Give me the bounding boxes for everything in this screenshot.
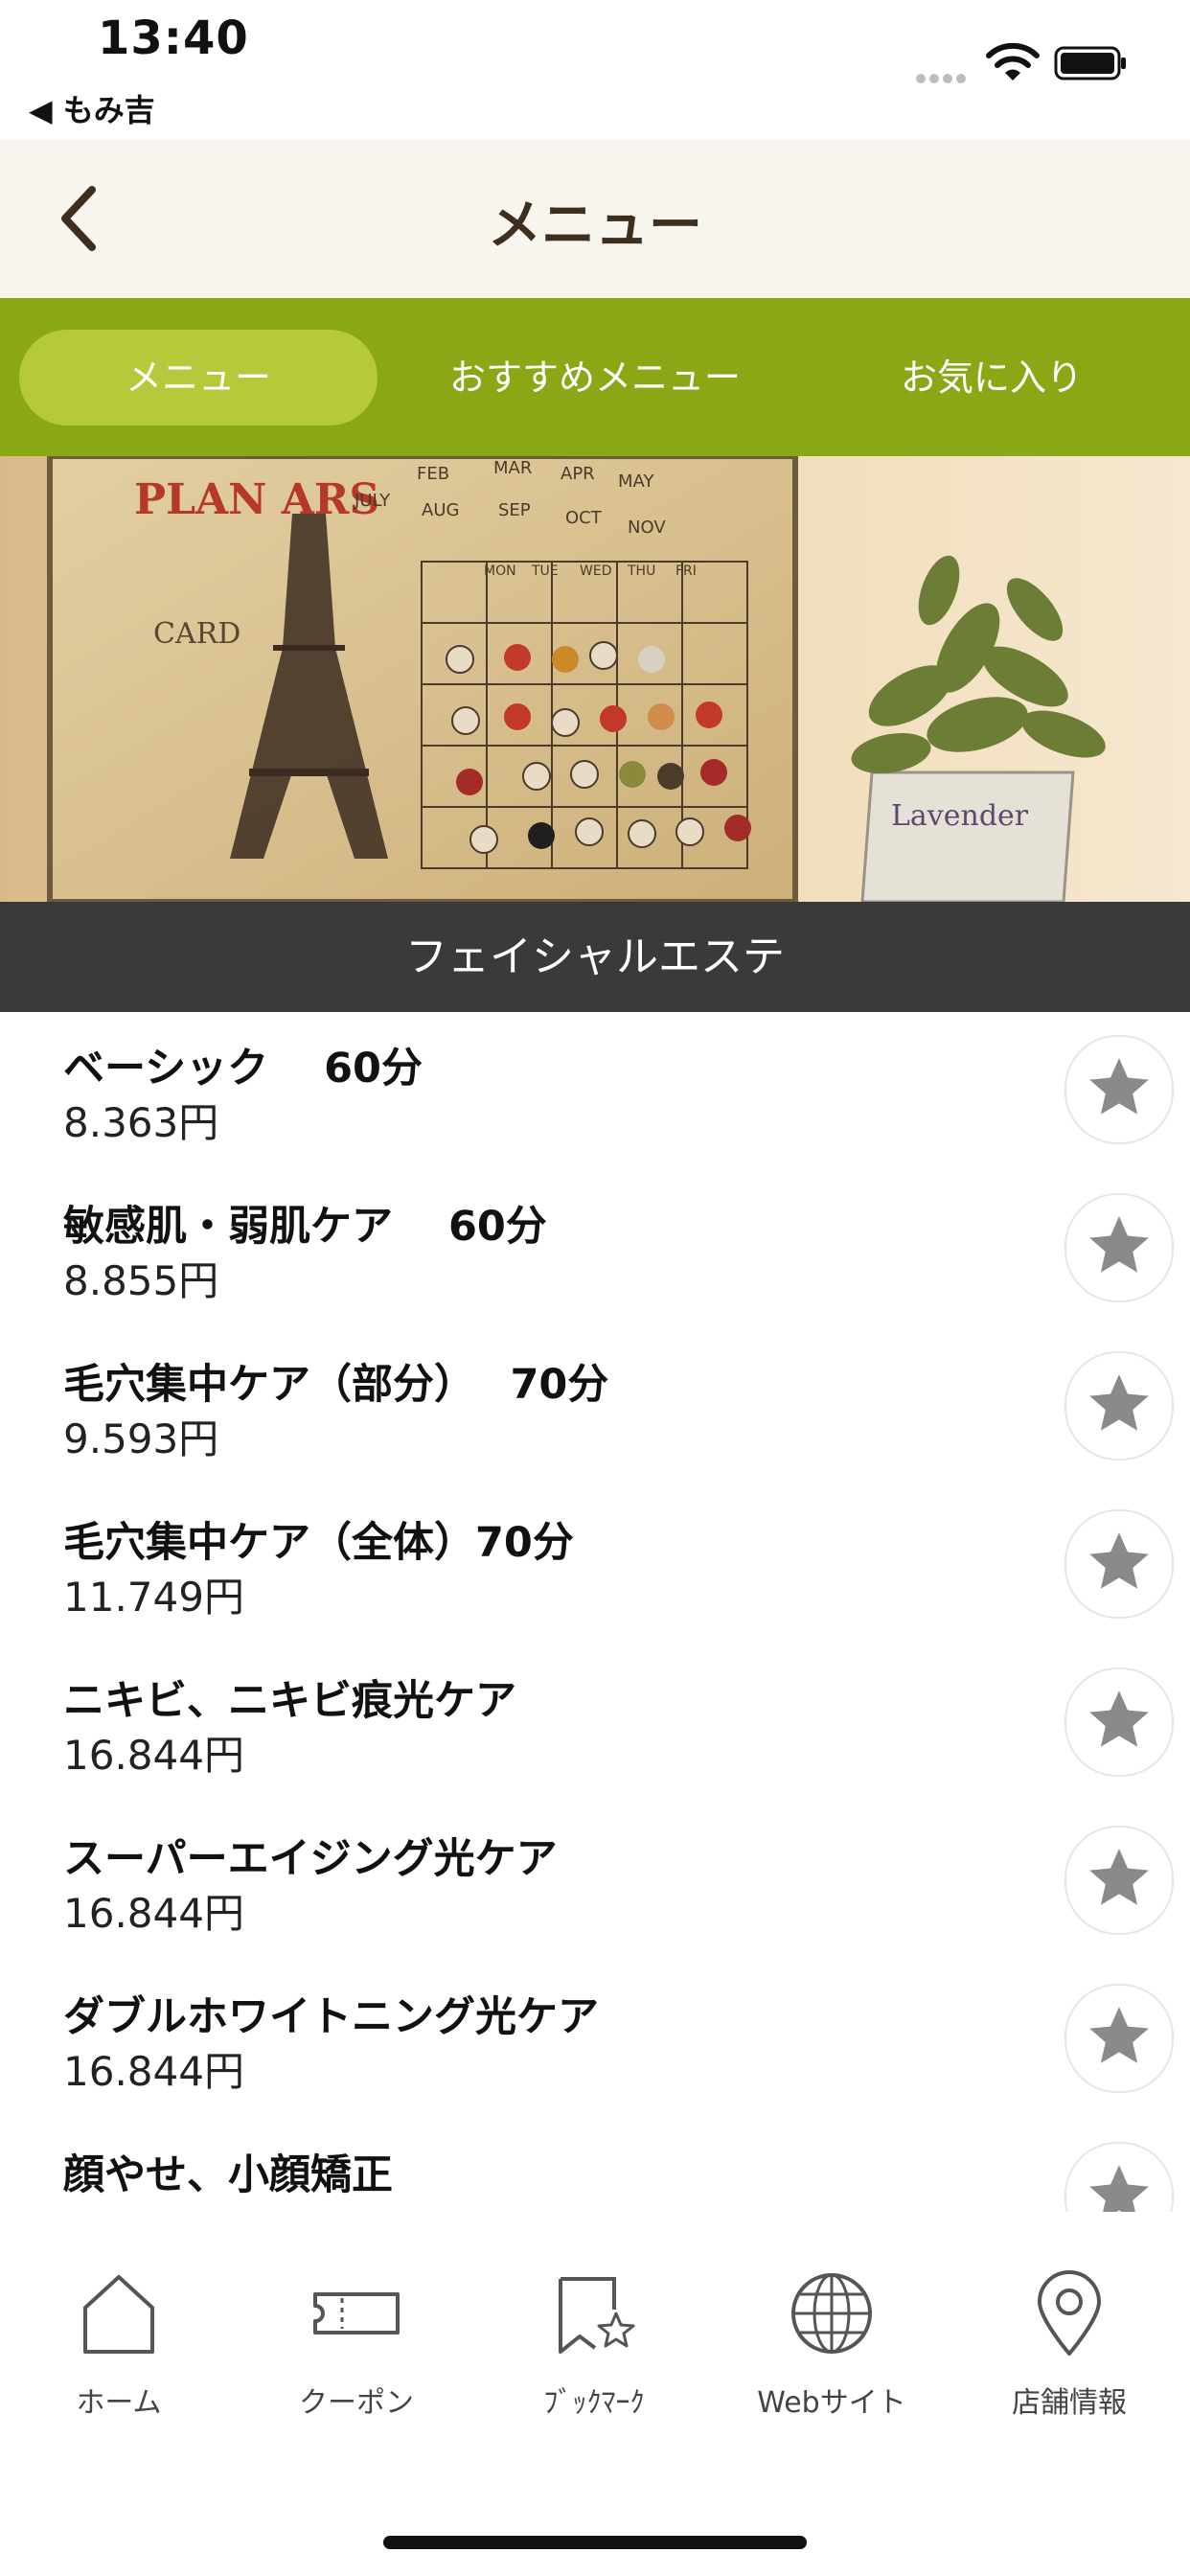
bookmark-icon: [559, 2277, 635, 2354]
calendar-month-label: FEB: [417, 464, 449, 484]
tab-menu[interactable]: メニュー: [19, 330, 378, 426]
star-icon: [1089, 1690, 1149, 1747]
star-icon: [1089, 1374, 1149, 1431]
menu-item-price: 8.855円: [63, 1257, 219, 1304]
menu-item-name: スーパーエイジング光ケア: [63, 1835, 558, 1883]
status-time: 13:40: [98, 12, 249, 65]
bottom-tab-label: ホーム: [76, 2386, 162, 2420]
menu-item-name: ニキビ、ニキビ痕光ケア: [63, 1677, 516, 1725]
menu-item-name: 毛穴集中ケア（部分） 70分: [63, 1361, 609, 1409]
favorite-star-button[interactable]: [1064, 2142, 1174, 2212]
tab-favorites[interactable]: お気に入り: [812, 330, 1171, 426]
section-header: フェイシャルエステ: [0, 902, 1190, 1012]
menu-item[interactable]: 顔やせ、小顔矯正: [0, 2119, 1190, 2212]
home-icon: [83, 2275, 154, 2354]
star-icon: [1089, 1849, 1149, 1905]
menu-item-price: 8.363円: [63, 1099, 219, 1146]
favorite-star-button[interactable]: [1064, 1668, 1174, 1777]
cellular-signal-icon: [916, 69, 970, 87]
globe-icon: [791, 2273, 872, 2354]
star-icon: [1089, 1216, 1149, 1273]
page-title: メニュー: [488, 195, 702, 257]
star-icon: [1089, 1532, 1149, 1589]
poster-text: PLAN ARS: [134, 475, 379, 524]
calendar-month-label: MAY: [618, 472, 654, 492]
bottom-tab-label: クーポン: [299, 2386, 414, 2420]
tab-recommended-menu[interactable]: おすすめメニュー: [416, 330, 774, 426]
pot-label: Lavender: [891, 799, 1029, 833]
calendar-day-label: WED: [580, 564, 611, 579]
calendar-month-label: SEP: [498, 500, 531, 520]
favorite-star-button[interactable]: [1064, 1826, 1174, 1935]
menu-item[interactable]: 毛穴集中ケア（全体）70分 11.749円: [0, 1486, 1190, 1644]
banner-illustration: PLAN ARS CARD FEB MAR APR MAY JULY AUG S…: [0, 456, 1190, 902]
menu-item[interactable]: 毛穴集中ケア（部分） 70分 9.593円: [0, 1328, 1190, 1486]
poster-card-text: CARD: [153, 617, 240, 651]
menu-item[interactable]: 敏感肌・弱肌ケア 60分 8.855円: [0, 1170, 1190, 1328]
bottom-tab-bookmark[interactable]: ﾌﾞｯｸﾏｰｸ: [475, 2266, 713, 2421]
favorite-star-button[interactable]: [1064, 1351, 1174, 1460]
bottom-tab-label: Webサイト: [757, 2386, 906, 2420]
bottom-tab-home[interactable]: ホーム: [0, 2266, 238, 2421]
menu-item[interactable]: ベーシック 60分 8.363円: [0, 1012, 1190, 1170]
bottom-tab-label: 店舗情報: [1012, 2386, 1127, 2420]
menu-item-price: 16.844円: [63, 2048, 244, 2095]
coupon-icon: [313, 2292, 400, 2334]
menu-item-name: 敏感肌・弱肌ケア 60分: [63, 1203, 547, 1251]
star-icon: [1089, 2165, 1149, 2212]
favorite-star-button[interactable]: [1064, 1984, 1174, 2093]
menu-item[interactable]: ダブルホワイトニング光ケア 16.844円: [0, 1961, 1190, 2119]
battery-icon: [1054, 46, 1126, 80]
bottom-tab-store-info[interactable]: 店舗情報: [950, 2266, 1188, 2421]
calendar-month-label: OCT: [565, 508, 603, 528]
menu-item-name: 顔やせ、小顔矯正: [63, 2151, 393, 2199]
menu-item-price: 11.749円: [63, 1574, 244, 1621]
home-indicator: [383, 2536, 807, 2549]
menu-item-name: ダブルホワイトニング光ケア: [63, 1993, 599, 2041]
calendar-month-label: MAR: [493, 458, 532, 478]
map-pin-icon: [1038, 2270, 1101, 2356]
menu-item-name: ベーシック 60分: [63, 1045, 423, 1092]
calendar-month-label: AUG: [422, 500, 459, 520]
nav-header: メニュー: [0, 140, 1190, 298]
star-icon: [1089, 2007, 1149, 2063]
bottom-tab-coupon[interactable]: クーポン: [238, 2266, 475, 2421]
calendar-day-label: THU: [627, 564, 655, 579]
calendar-month-label: JULY: [354, 491, 391, 511]
favorite-star-button[interactable]: [1064, 1509, 1174, 1619]
bottom-tab-website[interactable]: Webサイト: [713, 2266, 950, 2421]
menu-item-price: 16.844円: [63, 1732, 244, 1779]
calendar-day-label: TUE: [531, 564, 559, 579]
status-bar: 13:40 ◀ もみ吉: [0, 0, 1190, 140]
calendar-month-label: APR: [561, 464, 595, 484]
back-to-app-link[interactable]: ◀ もみ吉: [29, 86, 155, 130]
banner-image: PLAN ARS CARD FEB MAR APR MAY JULY AUG S…: [0, 456, 1190, 902]
menu-list[interactable]: ベーシック 60分 8.363円 敏感肌・弱肌ケア 60分 8.855円 毛穴集…: [0, 1012, 1190, 2212]
calendar-day-label: FRI: [675, 564, 697, 579]
bottom-tab-label: ﾌﾞｯｸﾏｰｸ: [543, 2386, 645, 2420]
menu-item[interactable]: スーパーエイジング光ケア 16.844円: [0, 1803, 1190, 1961]
menu-item[interactable]: ニキビ、ニキビ痕光ケア 16.844円: [0, 1644, 1190, 1803]
calendar-month-label: NOV: [628, 518, 666, 538]
bottom-tab-bar: ホーム クーポン ﾌﾞｯｸﾏｰｸ Webサイト 店舗情報: [0, 2212, 1190, 2576]
favorite-star-button[interactable]: [1064, 1193, 1174, 1302]
star-icon: [1089, 1058, 1149, 1115]
favorite-star-button[interactable]: [1064, 1035, 1174, 1144]
calendar-day-label: MON: [484, 564, 516, 579]
menu-item-name: 毛穴集中ケア（全体）70分: [63, 1519, 574, 1567]
wifi-icon: [986, 42, 1040, 80]
menu-item-price: 16.844円: [63, 1890, 244, 1937]
menu-item-price: 9.593円: [63, 1415, 219, 1462]
tab-bar: メニュー おすすめメニュー お気に入り: [0, 298, 1190, 456]
